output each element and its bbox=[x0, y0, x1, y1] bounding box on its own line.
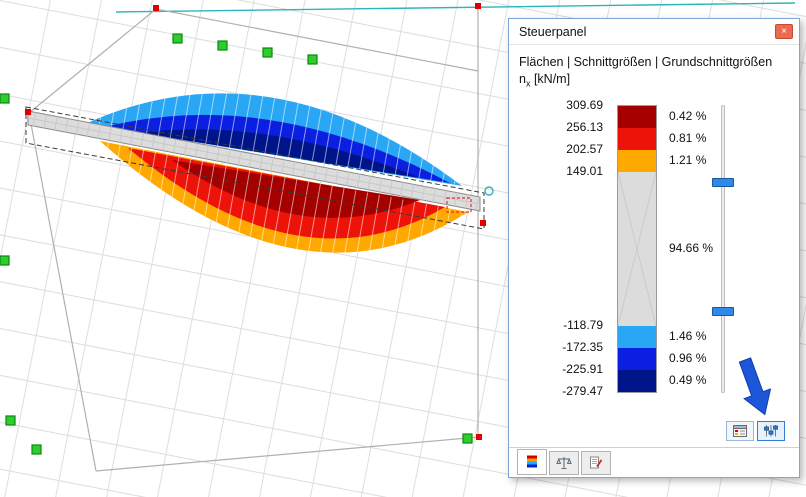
panel-tab-strip bbox=[509, 447, 799, 478]
legend-segment bbox=[618, 370, 656, 392]
sliders-icon bbox=[764, 425, 778, 437]
legend-percent: 0.81 % bbox=[669, 131, 707, 145]
legend-segment bbox=[618, 150, 656, 172]
legend-percent: 1.21 % bbox=[669, 153, 707, 167]
result-path: Flächen | Schnittgrößen | Grundschnittgr… bbox=[519, 55, 773, 69]
legend-segment bbox=[618, 106, 656, 128]
legend-segment-neutral bbox=[618, 172, 656, 326]
legend-percent: 0.42 % bbox=[669, 109, 707, 123]
close-icon[interactable]: × bbox=[775, 24, 793, 39]
legend-value: -118.79 bbox=[563, 318, 603, 332]
legend-slider-handle-upper[interactable] bbox=[712, 178, 734, 187]
tab-color-scale[interactable] bbox=[517, 449, 547, 475]
legend-percent: 1.46 % bbox=[669, 329, 707, 343]
result-header: Flächen | Schnittgrößen | Grundschnittgr… bbox=[509, 45, 799, 93]
legend-percent: 0.96 % bbox=[669, 351, 707, 365]
color-legend: 309.69 256.13 202.57 149.01 -118.79 -172… bbox=[509, 98, 799, 409]
panel-buttons bbox=[726, 421, 785, 441]
color-scale bbox=[617, 105, 657, 393]
legend-value: -172.35 bbox=[562, 340, 603, 354]
tab-filter[interactable] bbox=[581, 451, 611, 475]
color-scale-icon bbox=[527, 455, 537, 468]
steuerpanel: Steuerpanel × Flächen | Schnittgrößen | … bbox=[508, 18, 800, 478]
result-quantity: nx [kN/m] bbox=[519, 72, 571, 89]
filter-edit-icon bbox=[590, 456, 603, 469]
legend-value: -225.91 bbox=[562, 362, 603, 376]
display-filters-button[interactable] bbox=[757, 421, 785, 441]
legend-value: 149.01 bbox=[566, 164, 603, 178]
legend-segment bbox=[618, 128, 656, 150]
legend-slider-track[interactable] bbox=[721, 105, 725, 393]
tab-factors[interactable] bbox=[549, 451, 579, 475]
legend-percent: 94.66 % bbox=[669, 241, 714, 255]
legend-value: 309.69 bbox=[566, 98, 603, 112]
legend-slider-handle-lower[interactable] bbox=[712, 307, 734, 316]
legend-value: 202.57 bbox=[566, 142, 603, 156]
scales-icon bbox=[556, 457, 572, 470]
panel-options-icon bbox=[733, 425, 747, 437]
legend-value: -279.47 bbox=[562, 384, 603, 398]
legend-value: 256.13 bbox=[566, 120, 603, 134]
panel-options-button[interactable] bbox=[726, 421, 754, 441]
legend-percent: 0.49 % bbox=[669, 373, 707, 387]
panel-title: Steuerpanel bbox=[519, 24, 587, 39]
legend-segment bbox=[618, 348, 656, 370]
legend-segment bbox=[618, 326, 656, 348]
panel-title-bar[interactable]: Steuerpanel × bbox=[509, 19, 799, 45]
